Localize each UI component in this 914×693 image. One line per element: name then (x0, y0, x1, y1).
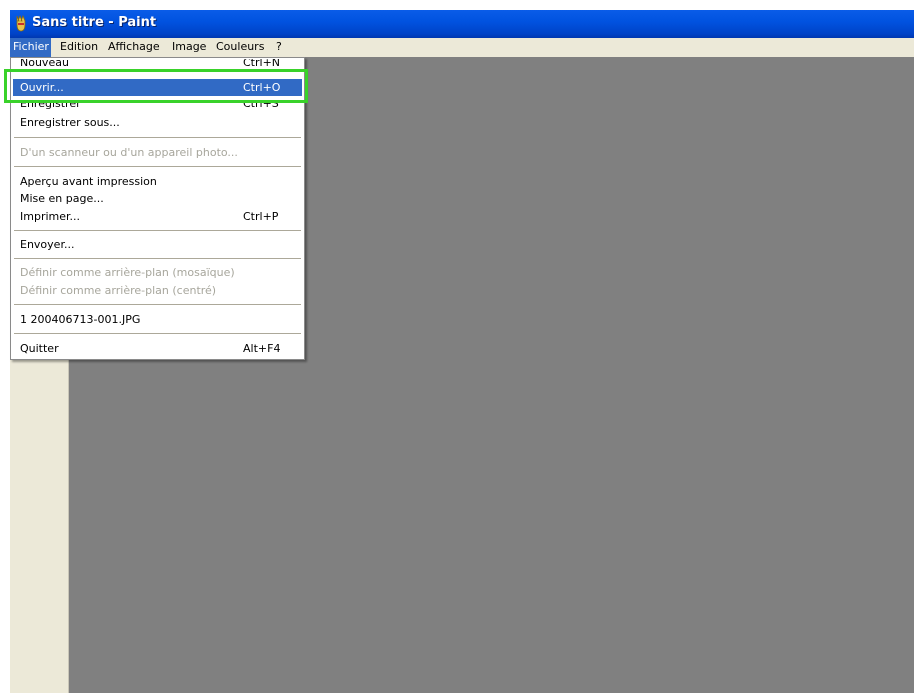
menu-item-enregistrer-sous[interactable]: Enregistrer sous... (13, 114, 302, 131)
menu-item-scanner: D'un scanneur ou d'un appareil photo... (20, 146, 238, 159)
menu-item-enregistrer[interactable]: Enregistrer Ctrl+S (13, 103, 302, 111)
menu-item-fond-centre: Définir comme arrière-plan (centré) (20, 284, 217, 297)
window-title: Sans titre - Paint (32, 15, 157, 30)
menu-item-envoyer[interactable]: Envoyer... (13, 236, 302, 253)
menu-item-quitter[interactable]: Quitter Alt+F4 (13, 340, 302, 357)
menu-fichier[interactable]: Fichier (10, 38, 51, 57)
menu-separator (14, 166, 301, 167)
menu-image[interactable]: Image (169, 38, 209, 57)
highlight-annotation-box (4, 69, 308, 103)
paint-app-icon (16, 15, 26, 32)
menu-affichage[interactable]: Affichage (105, 38, 163, 57)
menu-separator (14, 258, 301, 259)
menu-item-apercu[interactable]: Aperçu avant impression (13, 173, 302, 190)
menu-couleurs[interactable]: Couleurs (213, 38, 267, 57)
menu-separator (14, 137, 301, 138)
menu-item-recent-file[interactable]: 1 200406713-001.JPG (13, 311, 302, 328)
menu-item-fond-mosaique: Définir comme arrière-plan (mosaïque) (20, 266, 235, 279)
menu-separator (14, 230, 301, 231)
menu-edition[interactable]: Edition (57, 38, 101, 57)
menu-help[interactable]: ? (273, 38, 285, 57)
menu-item-imprimer[interactable]: Imprimer... Ctrl+P (13, 208, 302, 225)
menu-bar: Fichier Edition Affichage Image Couleurs… (10, 38, 914, 57)
menu-item-mise-en-page[interactable]: Mise en page... (13, 190, 302, 207)
menu-separator (14, 333, 301, 334)
paint-window: Sans titre - Paint Fichier Edition Affic… (0, 0, 914, 693)
title-bar[interactable]: Sans titre - Paint (10, 10, 914, 38)
menu-separator (14, 304, 301, 305)
